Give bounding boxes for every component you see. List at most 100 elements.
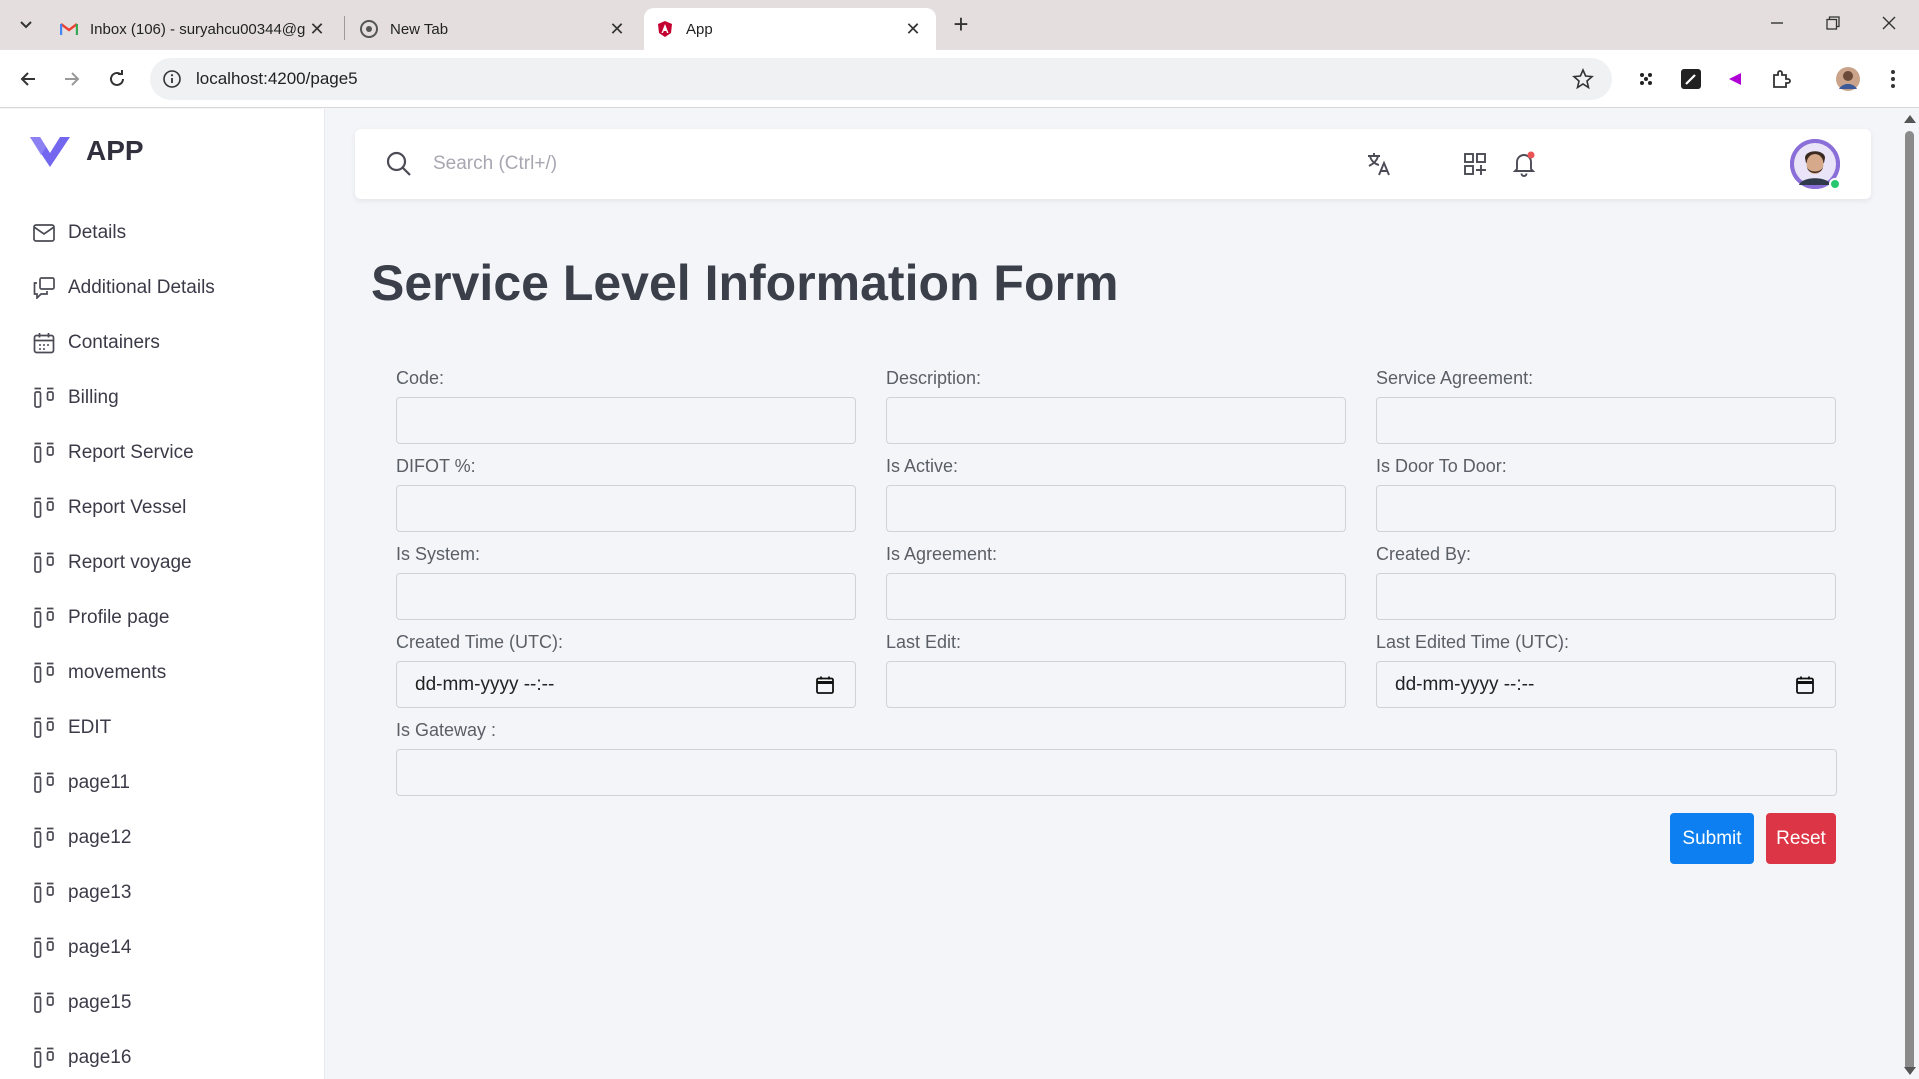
extensions-button[interactable] bbox=[1768, 66, 1794, 92]
tab-title: New Tab bbox=[390, 20, 449, 38]
minimize-button[interactable] bbox=[1757, 8, 1797, 38]
calendar-icon[interactable] bbox=[1795, 675, 1815, 695]
gmail-icon bbox=[60, 20, 78, 38]
is-active-input[interactable] bbox=[887, 486, 1345, 531]
extension-dots[interactable] bbox=[1633, 66, 1659, 92]
sidebar-item-label: page14 bbox=[68, 936, 132, 958]
last-edited-time-input[interactable] bbox=[1377, 662, 1835, 707]
restore-icon bbox=[1826, 16, 1840, 30]
scroll-down-arrow-icon[interactable] bbox=[1904, 1067, 1916, 1075]
sidebar-item-page12[interactable]: page12 bbox=[0, 810, 325, 865]
menu-button[interactable] bbox=[1880, 66, 1906, 92]
bookmark-star-icon[interactable] bbox=[1572, 68, 1594, 90]
sidebar-item-movements[interactable]: movements bbox=[0, 645, 325, 700]
sidebar-item-page14[interactable]: page14 bbox=[0, 920, 325, 975]
is-gateway-input[interactable] bbox=[397, 750, 1836, 795]
sidebar-item-additional-details[interactable]: Additional Details bbox=[0, 260, 325, 315]
sidebar-item-label: page15 bbox=[68, 991, 132, 1013]
kanban-icon bbox=[32, 1046, 56, 1070]
brand-name: APP bbox=[86, 135, 144, 166]
sidebar-item-label: Billing bbox=[68, 386, 119, 408]
close-window-button[interactable] bbox=[1869, 8, 1909, 38]
scrollbar-thumb[interactable] bbox=[1905, 131, 1914, 1071]
notifications-button[interactable] bbox=[1510, 150, 1538, 178]
grid-plus-icon bbox=[1464, 153, 1486, 175]
brand[interactable]: APP bbox=[28, 133, 144, 169]
sidebar-item-containers[interactable]: Containers bbox=[0, 315, 325, 370]
tab-search-button[interactable] bbox=[12, 10, 40, 38]
sidebar-item-edit[interactable]: EDIT bbox=[0, 700, 325, 755]
sidebar-item-report-service[interactable]: Report Service bbox=[0, 425, 325, 480]
minimize-icon bbox=[1771, 22, 1783, 24]
created-by-field: Created By: bbox=[1376, 544, 1836, 620]
difot-input[interactable] bbox=[397, 486, 855, 531]
sidebar-item-label: Details bbox=[68, 221, 127, 243]
tab-app[interactable]: App ✕ bbox=[644, 8, 936, 50]
shortcuts-button[interactable] bbox=[1461, 150, 1489, 178]
extension-edit[interactable] bbox=[1678, 66, 1704, 92]
back-button[interactable] bbox=[13, 64, 43, 94]
sidebar-item-billing[interactable]: Billing bbox=[0, 370, 325, 425]
address-bar[interactable]: localhost:4200/page5 bbox=[150, 58, 1612, 100]
close-icon bbox=[1882, 16, 1896, 30]
url-text[interactable]: localhost:4200/page5 bbox=[196, 69, 358, 89]
sidebar-item-report-vessel[interactable]: Report Vessel bbox=[0, 480, 325, 535]
sidebar-item-profile-page[interactable]: Profile page bbox=[0, 590, 325, 645]
info-icon[interactable] bbox=[162, 69, 182, 89]
sidebar-item-page15[interactable]: page15 bbox=[0, 975, 325, 1030]
submit-button[interactable]: Submit bbox=[1670, 813, 1754, 864]
tab-new-tab[interactable]: New Tab ✕ bbox=[348, 8, 640, 50]
close-icon[interactable]: ✕ bbox=[606, 18, 628, 40]
last-edit-input[interactable] bbox=[887, 662, 1345, 707]
code-input[interactable] bbox=[397, 398, 855, 443]
sidebar-item-details[interactable]: Details bbox=[0, 205, 325, 260]
is-door-to-door-input[interactable] bbox=[1377, 486, 1835, 531]
tab-title: Inbox (106) - suryahcu00344@g bbox=[90, 20, 306, 38]
scroll-up-arrow-icon[interactable] bbox=[1904, 115, 1916, 123]
new-tab-button[interactable]: + bbox=[947, 9, 975, 39]
online-status-dot bbox=[1829, 178, 1841, 190]
created-time-input[interactable] bbox=[397, 662, 855, 707]
search-input[interactable] bbox=[433, 147, 1133, 181]
is-agreement-label: Is Agreement: bbox=[886, 544, 998, 564]
kanban-icon bbox=[32, 881, 56, 905]
close-icon[interactable]: ✕ bbox=[306, 18, 328, 40]
is-gateway-label: Is Gateway : bbox=[396, 720, 497, 740]
is-system-input[interactable] bbox=[397, 574, 855, 619]
sidebar-item-label: page13 bbox=[68, 881, 132, 903]
angular-icon bbox=[656, 20, 674, 38]
is-active-label: Is Active: bbox=[886, 456, 959, 476]
user-avatar[interactable] bbox=[1790, 139, 1841, 190]
is-agreement-input[interactable] bbox=[887, 574, 1345, 619]
created-by-input[interactable] bbox=[1377, 574, 1835, 619]
restore-button[interactable] bbox=[1813, 8, 1853, 38]
sidebar-item-page13[interactable]: page13 bbox=[0, 865, 325, 920]
sidebar-item-page11[interactable]: page11 bbox=[0, 755, 325, 810]
last-edit-label: Last Edit: bbox=[886, 632, 962, 652]
forward-button[interactable] bbox=[57, 64, 87, 94]
sidebar-item-label: page16 bbox=[68, 1046, 132, 1068]
puzzle-icon bbox=[1773, 70, 1791, 88]
extension-arrow[interactable] bbox=[1722, 66, 1748, 92]
close-icon[interactable]: ✕ bbox=[902, 18, 924, 40]
more-vertical-icon bbox=[1891, 70, 1895, 88]
sidebar-item-report-voyage[interactable]: Report voyage bbox=[0, 535, 325, 590]
kanban-icon bbox=[32, 386, 56, 410]
calendar-icon[interactable] bbox=[815, 675, 835, 695]
search-icon[interactable] bbox=[385, 150, 413, 178]
sidebar-item-label: Profile page bbox=[68, 606, 170, 628]
sidebar-item-label: page11 bbox=[68, 771, 130, 793]
reload-button[interactable] bbox=[102, 64, 132, 94]
reset-button[interactable]: Reset bbox=[1766, 813, 1836, 864]
mail-icon bbox=[32, 221, 56, 245]
service-agreement-input[interactable] bbox=[1377, 398, 1835, 443]
kanban-icon bbox=[32, 936, 56, 960]
kanban-icon bbox=[32, 716, 56, 740]
kanban-icon bbox=[32, 991, 56, 1015]
sidebar-item-page16[interactable]: page16 bbox=[0, 1030, 325, 1079]
tab-gmail[interactable]: Inbox (106) - suryahcu00344@g ✕ bbox=[48, 8, 340, 50]
page-scrollbar[interactable] bbox=[1900, 109, 1919, 1079]
profile-avatar-button[interactable] bbox=[1835, 66, 1861, 92]
language-button[interactable] bbox=[1365, 150, 1393, 178]
description-input[interactable] bbox=[887, 398, 1345, 443]
